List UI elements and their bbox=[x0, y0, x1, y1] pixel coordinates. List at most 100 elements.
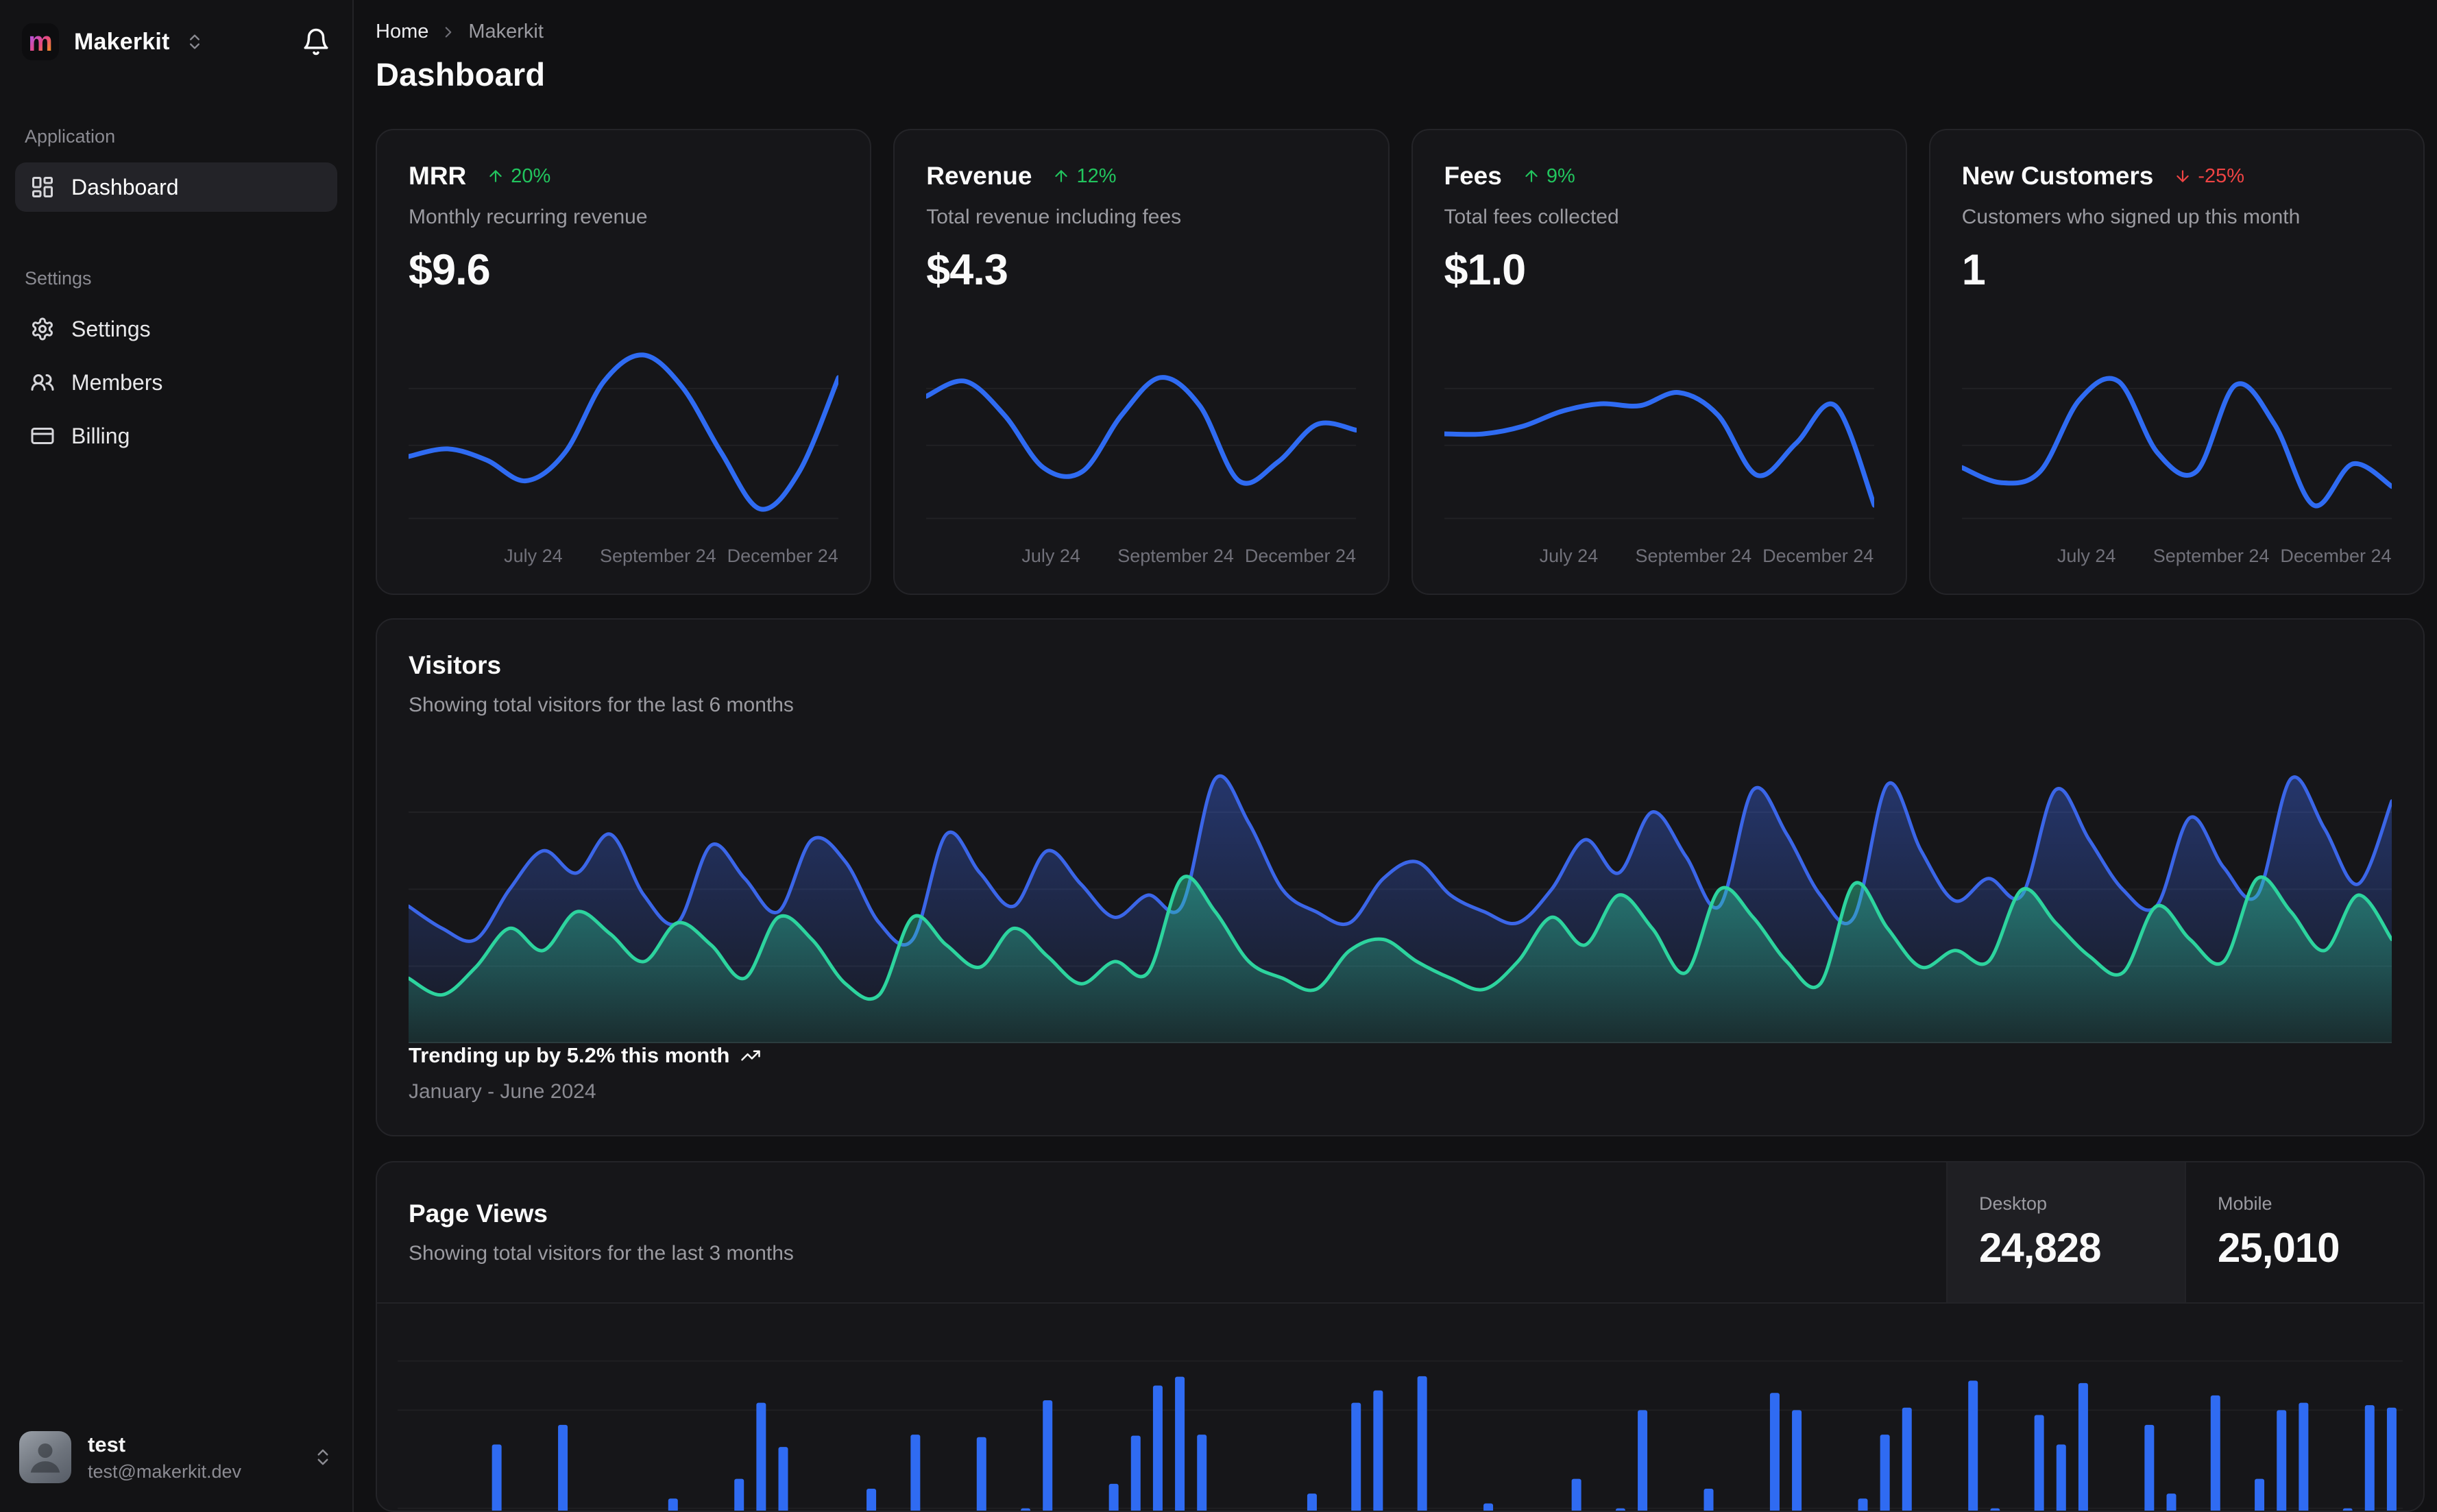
visitors-area-chart bbox=[409, 774, 2392, 1043]
notifications-button[interactable] bbox=[302, 27, 330, 56]
nav-section-application: Application bbox=[25, 126, 116, 147]
visitors-trend-text: Trending up by 5.2% this month bbox=[409, 1043, 730, 1067]
x-tick: December 24 bbox=[2280, 546, 2392, 566]
sidebar-item-label: Settings bbox=[71, 316, 151, 341]
breadcrumb: Home Makerkit bbox=[376, 21, 2425, 43]
mobile-value: 25,010 bbox=[2218, 1225, 2340, 1271]
user-avatar bbox=[19, 1431, 71, 1483]
metric-title: Fees bbox=[1444, 162, 1502, 190]
logo-letter: m bbox=[28, 27, 53, 57]
metric-card-mrr: MRR 20% Monthly recurring revenue $9.6 J… bbox=[376, 129, 872, 595]
nav-section-settings: Settings bbox=[25, 268, 92, 289]
arrow-up-icon bbox=[1525, 170, 1538, 182]
credit-card-icon bbox=[31, 428, 54, 444]
chevrons-up-down-icon bbox=[189, 34, 199, 49]
page-title: Dashboard bbox=[376, 56, 546, 93]
sparkline-chart bbox=[1961, 376, 2392, 520]
trend-value: -25% bbox=[2198, 164, 2245, 187]
sparkline-x-axis: July 24 September 24 December 24 bbox=[409, 546, 838, 573]
arrow-up-icon bbox=[489, 170, 502, 182]
x-tick: December 24 bbox=[1244, 546, 1356, 566]
metric-subtitle: Total fees collected bbox=[1444, 206, 1619, 228]
sidebar-item-label: Dashboard bbox=[71, 174, 179, 199]
desktop-label: Desktop bbox=[1979, 1193, 2048, 1214]
metric-value: $9.6 bbox=[409, 246, 491, 294]
person-silhouette-icon bbox=[30, 1443, 60, 1473]
metric-subtitle: Monthly recurring revenue bbox=[409, 206, 648, 228]
workspace-name: Makerkit bbox=[74, 28, 170, 55]
x-tick: July 24 bbox=[2057, 546, 2116, 566]
sparkline-chart bbox=[409, 352, 839, 520]
x-tick: July 24 bbox=[1539, 546, 1599, 566]
chevron-right-icon bbox=[446, 26, 452, 38]
metric-cards-row: MRR 20% Monthly recurring revenue $9.6 J… bbox=[376, 129, 2425, 595]
sparkline-x-axis: July 24 September 24 December 24 bbox=[926, 546, 1356, 573]
arrow-up-icon bbox=[1055, 170, 1068, 182]
metric-title: Revenue bbox=[926, 162, 1032, 190]
trend-value: 20% bbox=[511, 164, 551, 187]
metric-title: New Customers bbox=[1961, 162, 2154, 190]
breadcrumb-home-link[interactable]: Home bbox=[376, 21, 428, 43]
x-tick: September 24 bbox=[1635, 546, 1752, 566]
user-email: test@makerkit.dev bbox=[88, 1461, 241, 1482]
page-views-card: Page Views Showing total visitors for th… bbox=[376, 1161, 2425, 1512]
sidebar-item-label: Members bbox=[71, 369, 163, 395]
trend-badge: 20% bbox=[487, 165, 550, 188]
sidebar: m Makerkit Application Dashboard Setting… bbox=[0, 0, 354, 1512]
x-tick: December 24 bbox=[1762, 546, 1874, 566]
sparkline-x-axis: July 24 September 24 December 24 bbox=[1444, 546, 1874, 573]
x-tick: September 24 bbox=[1117, 546, 1234, 566]
main-content: Home Makerkit Dashboard MRR 20% Monthly … bbox=[354, 0, 2437, 1512]
breadcrumb-current: Makerkit bbox=[468, 21, 544, 42]
desktop-toggle[interactable]: Desktop 24,828 bbox=[1946, 1162, 2185, 1302]
page-views-chart-area bbox=[377, 1304, 2423, 1511]
visitors-date-range: January - June 2024 bbox=[409, 1080, 596, 1103]
sparkline-chart bbox=[926, 375, 1357, 520]
page-views-header: Page Views Showing total visitors for th… bbox=[377, 1162, 2423, 1304]
x-tick: July 24 bbox=[1021, 546, 1080, 566]
trend-value: 12% bbox=[1076, 164, 1117, 187]
desktop-value: 24,828 bbox=[1979, 1225, 2102, 1271]
makerkit-logo: m bbox=[22, 23, 59, 60]
sparkline-x-axis: July 24 September 24 December 24 bbox=[1962, 546, 2392, 573]
chevrons-up-down-icon bbox=[317, 1449, 328, 1465]
gear-icon bbox=[32, 317, 53, 341]
trend-badge: -25% bbox=[2174, 165, 2244, 188]
metric-card-new-customers: New Customers -25% Customers who signed … bbox=[1928, 129, 2425, 595]
sidebar-item-members[interactable]: Members bbox=[15, 358, 337, 407]
metric-card-fees: Fees 9% Total fees collected $1.0 July 2… bbox=[1411, 129, 1907, 595]
metric-value: 1 bbox=[1961, 246, 1986, 294]
page-views-bar-chart bbox=[398, 1360, 2403, 1511]
sidebar-item-billing[interactable]: Billing bbox=[15, 411, 337, 461]
x-tick: September 24 bbox=[599, 546, 716, 566]
trending-up-icon bbox=[741, 1050, 761, 1061]
visitors-title: Visitors bbox=[409, 651, 502, 679]
metric-subtitle: Customers who signed up this month bbox=[1961, 206, 2301, 228]
sidebar-item-label: Billing bbox=[71, 423, 130, 448]
sidebar-item-settings[interactable]: Settings bbox=[15, 304, 337, 354]
layout-dashboard-icon bbox=[32, 177, 53, 197]
x-tick: July 24 bbox=[504, 546, 563, 566]
sidebar-item-dashboard[interactable]: Dashboard bbox=[15, 162, 337, 212]
sparkline-chart bbox=[1444, 387, 1874, 520]
visitors-card: Visitors Showing total visitors for the … bbox=[376, 618, 2425, 1136]
workspace-switcher[interactable]: m Makerkit bbox=[22, 23, 204, 60]
trend-badge: 12% bbox=[1052, 164, 1117, 188]
visitors-subtitle: Showing total visitors for the last 6 mo… bbox=[409, 694, 794, 716]
visitors-footer: Trending up by 5.2% this month January -… bbox=[409, 1043, 2392, 1103]
user-menu[interactable]: test test@makerkit.dev bbox=[15, 1426, 337, 1489]
arrow-down-icon bbox=[2177, 170, 2190, 182]
metric-card-revenue: Revenue 12% Total revenue including fees… bbox=[893, 129, 1390, 595]
mobile-label: Mobile bbox=[2218, 1193, 2272, 1214]
x-tick: December 24 bbox=[727, 546, 838, 566]
x-tick: September 24 bbox=[2153, 546, 2270, 566]
metric-subtitle: Total revenue including fees bbox=[926, 206, 1182, 228]
metric-value: $4.3 bbox=[926, 246, 1008, 294]
user-name: test bbox=[88, 1432, 126, 1456]
metric-title: MRR bbox=[409, 162, 467, 190]
page-views-subtitle: Showing total visitors for the last 3 mo… bbox=[409, 1242, 794, 1265]
mobile-toggle[interactable]: Mobile 25,010 bbox=[2185, 1162, 2423, 1302]
users-icon bbox=[31, 374, 54, 391]
trend-badge: 9% bbox=[1523, 165, 1575, 188]
page-views-toggle: Desktop 24,828 Mobile 25,010 bbox=[1946, 1162, 2423, 1302]
